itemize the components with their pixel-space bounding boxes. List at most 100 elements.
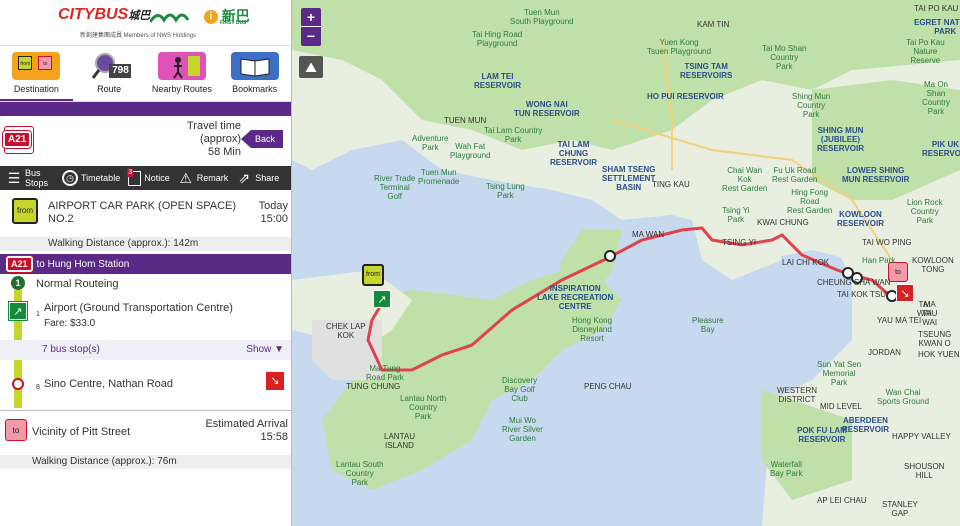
map-place-label: River Trade Terminal Golf: [374, 174, 416, 201]
map-place-label: TUEN MUN: [444, 116, 487, 125]
origin-departure: Today 15:00: [259, 200, 288, 226]
board-fare: Fare: $33.0: [44, 318, 96, 329]
tab-route[interactable]: 798 Route: [73, 46, 146, 101]
alight-stop-dot-icon: [12, 378, 24, 390]
brand-header: CITYBUS城巴 i 新巴 FIRST BUS 新創建集團成員 Members…: [0, 0, 291, 46]
map-place-label: CHEUNG SHA WAN: [817, 278, 891, 287]
map-place-label: TAI LAM CHUNG RESERVOIR: [550, 140, 597, 167]
stops-count: 7 bus stop(s): [42, 344, 100, 355]
map-place-label: Sun Yat Sen Memorial Park: [817, 360, 862, 387]
map-place-label: Tai Mo Shan Country Park: [762, 44, 807, 71]
map-place-label: HOK YUEN: [918, 350, 960, 359]
origin-day: Today: [258, 200, 288, 212]
bus-stops-button[interactable]: ☰ Bus Stops: [6, 168, 48, 188]
notice-label: Notice: [144, 173, 170, 183]
map-place-label: SHAM TSENG SETTLEMENT BASIN: [602, 165, 656, 192]
tab-bookmarks[interactable]: Bookmarks: [218, 46, 291, 101]
citybus-logo-chinese: 城巴: [128, 10, 151, 22]
leg-direction: to Hung Hom Station: [36, 258, 130, 270]
leg-header[interactable]: A21 to Hung Hom Station: [0, 254, 291, 274]
zoom-out-button[interactable]: −: [301, 27, 321, 46]
tab-nearby-routes[interactable]: Nearby Routes: [146, 46, 219, 101]
map-place-label: Hing Fong Road Rest Garden: [787, 188, 833, 215]
citybus-logo[interactable]: CITYBUS城巴: [58, 6, 150, 24]
map-place-label: Adventure Park: [412, 134, 449, 152]
board-stop-seq: 1: [36, 311, 40, 318]
map-board-icon: ↗: [373, 290, 391, 308]
map-place-label: Tuen Mun Promenade: [418, 168, 460, 186]
map-place-label: LOWER SHING MUN RESERVOIR: [842, 166, 910, 184]
route-number-badge: A21: [3, 126, 34, 154]
map-place-label: Tai Lam Country Park: [484, 126, 543, 144]
origin-name: AIRPORT CAR PARK (OPEN SPACE) NO.2: [48, 200, 237, 225]
map-place-label: LAM TEI RESERVOIR: [474, 72, 521, 90]
intermediate-stops-bar[interactable]: 7 bus stop(s) Show ▼: [0, 340, 291, 360]
share-icon: ⇗: [238, 170, 251, 186]
firstbus-swoosh-icon: [148, 13, 190, 24]
map-place-label: Pleasure Bay: [692, 316, 724, 334]
map-alight-icon: ↘: [896, 284, 914, 302]
alight-stop-name[interactable]: Sino Centre, Nathan Road: [44, 378, 244, 390]
to-marker-icon: to: [5, 419, 27, 441]
show-stops-toggle[interactable]: Show ▼: [246, 344, 284, 355]
timetable-label: Timetable: [81, 173, 121, 183]
tab-destination[interactable]: from to Destination: [0, 46, 73, 101]
firstbus-logo[interactable]: i 新巴 FIRST BUS: [148, 6, 250, 26]
map-place-label: POK FU LAM RESERVOIR: [797, 426, 847, 444]
map-place-label: TSING YI: [722, 238, 757, 247]
stop-node-icon: [604, 250, 616, 262]
arrival-label: Estimated Arrival: [205, 418, 288, 430]
remark-label: Remark: [196, 173, 229, 183]
estimated-arrival: Estimated Arrival 15:58: [205, 418, 288, 444]
routeing-label: Normal Routeing: [36, 278, 119, 290]
map-place-label: Tsing Yi Park: [722, 206, 750, 224]
map-place-label: JORDAN: [868, 348, 901, 357]
timetable-button[interactable]: ◷ Timetable: [62, 170, 120, 186]
notice-button[interactable]: 3 Notice: [127, 168, 170, 186]
clock-icon: ◷: [62, 170, 79, 186]
map-place-label: AP LEI CHAU: [817, 496, 867, 505]
map-place-label: TAI WO PING: [862, 238, 912, 247]
map-place-label: WESTERN DISTRICT: [777, 386, 817, 404]
travel-time-approx: (approx): [200, 133, 241, 145]
map-place-label: Yuen Kong Tsuen Playground: [647, 38, 712, 56]
map-place-label: Mui Wo River Silver Garden: [502, 416, 543, 443]
share-button[interactable]: ⇗ Share: [236, 170, 279, 186]
warning-icon: ⚠: [179, 170, 192, 186]
origin-walking-distance: Walking Distance (approx.): 142m: [0, 237, 291, 251]
route-map[interactable]: + − ⛰ from ↗ to ↘ Tuen Mun South Playgro…: [292, 0, 960, 526]
arrival-time: 15:58: [260, 431, 288, 443]
firstbus-logo-sub: FIRST BUS: [220, 20, 247, 26]
destination-name: Vicinity of Pitt Street: [32, 426, 131, 438]
alight-arrow-icon: ↘: [266, 372, 284, 390]
notice-count: 3: [127, 168, 134, 177]
map-place-label: Wan Chai Sports Ground: [877, 388, 930, 406]
map-place-label: HAPPY VALLEY: [892, 432, 951, 441]
map-place-label: Lion Rock Country Park: [907, 198, 943, 225]
destination-icon: from to: [12, 52, 61, 80]
map-place-label: KAM TIN: [697, 20, 730, 29]
map-place-label: LANTAU ISLAND: [384, 432, 415, 450]
tab-destination-label: Destination: [13, 84, 59, 94]
map-place-label: TSING TAM RESERVOIRS: [680, 62, 733, 80]
board-arrow-icon: ↗: [9, 302, 27, 320]
remark-button[interactable]: ⚠ Remark: [178, 170, 229, 186]
map-place-label: KOWLOON RESERVOIR: [837, 210, 884, 228]
origin-time: 15:00: [260, 213, 288, 225]
map-place-label: SHOUSON HILL: [904, 462, 945, 480]
from-marker-icon: from: [12, 198, 38, 224]
tab-route-label: Route: [97, 84, 122, 94]
show-label: Show: [246, 344, 272, 355]
map-place-label: INSPIRATION LAKE RECREATION CENTRE: [537, 284, 614, 311]
map-place-label: Discovery Bay Golf Club: [502, 376, 538, 403]
map-place-label: Tsing Lung Park: [486, 182, 525, 200]
back-button[interactable]: Back: [240, 130, 283, 148]
map-place-label: CHEK LAP KOK: [326, 322, 366, 340]
route-icon: 798: [85, 52, 133, 80]
map-place-label: MA TAU WAI: [922, 300, 938, 327]
map-place-label: HO PUI RESERVOIR: [647, 92, 724, 101]
list-icon: ☰: [7, 170, 21, 186]
map-layer-button[interactable]: ⛰: [299, 56, 323, 78]
map-place-label: PENG CHAU: [584, 382, 632, 391]
zoom-in-button[interactable]: +: [301, 8, 321, 27]
